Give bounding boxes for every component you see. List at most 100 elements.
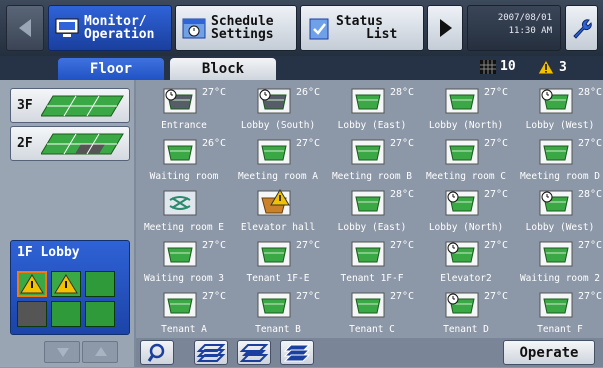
- warning-count: 3: [537, 59, 567, 75]
- tab-floor[interactable]: Floor: [58, 58, 164, 80]
- time-text: 11:30 AM: [508, 26, 552, 36]
- unit-temperature: 27°C: [484, 87, 509, 98]
- unit-name: Lobby (West): [525, 120, 595, 131]
- view-solid-button[interactable]: [280, 340, 314, 365]
- unit-name: Entrance: [161, 120, 207, 131]
- unit-8[interactable]: 27°C Meeting room B: [324, 133, 420, 183]
- block[interactable]: [17, 301, 47, 327]
- unit-name: Waiting room: [149, 171, 219, 182]
- zoom-button[interactable]: [140, 340, 174, 365]
- unit-name: Elevator hall: [240, 222, 316, 233]
- scroll-down-button[interactable]: [44, 341, 80, 363]
- scroll-up-button[interactable]: [82, 341, 118, 363]
- unit-temperature: 27°C: [390, 138, 415, 149]
- unit-temperature: 27°C: [296, 138, 321, 149]
- ac-unit-icon: [162, 239, 198, 269]
- unit-temperature: 27°C: [484, 291, 509, 302]
- unit-6[interactable]: 26°C Waiting room: [136, 133, 232, 183]
- floor-3f[interactable]: 3F: [10, 88, 130, 123]
- unit-temperature: 27°C: [484, 189, 509, 200]
- block[interactable]: [85, 301, 115, 327]
- unit-25[interactable]: 27°C Tenant F: [512, 286, 603, 336]
- block[interactable]: [85, 271, 115, 297]
- unit-13[interactable]: 28°C Lobby (East): [324, 184, 420, 234]
- unit-name: Tenant 1F-E: [246, 273, 310, 284]
- unit-count: 10: [480, 59, 516, 74]
- ac-unit-icon: [350, 86, 386, 116]
- back-button[interactable]: [6, 5, 44, 51]
- unit-9[interactable]: 27°C Meeting room C: [418, 133, 514, 183]
- screen: Monitor/Operation Schedule Settings Statu…: [0, 0, 603, 367]
- block[interactable]: [51, 301, 81, 327]
- tab-block[interactable]: Block: [170, 58, 276, 80]
- unit-16[interactable]: 27°C Waiting room 3: [136, 235, 232, 285]
- unit-14[interactable]: 27°C Lobby (North): [418, 184, 514, 234]
- clock: 2007/08/01 11:30 AM: [467, 5, 561, 51]
- unit-name: Tenant D: [443, 324, 489, 335]
- unit-15[interactable]: 28°C Lobby (West): [512, 184, 603, 234]
- unit-7[interactable]: 27°C Meeting room A: [230, 133, 326, 183]
- unit-temperature: 28°C: [390, 87, 415, 98]
- unit-21[interactable]: 27°C Tenant A: [136, 286, 232, 336]
- unit-20[interactable]: 27°C Waiting room 2: [512, 235, 603, 285]
- operate-button[interactable]: Operate: [503, 340, 595, 365]
- status-label-2: List: [366, 27, 398, 42]
- unit-22[interactable]: 27°C Tenant B: [230, 286, 326, 336]
- calendar-icon: [182, 18, 206, 39]
- monitor-operation-button[interactable]: Monitor/Operation: [48, 5, 172, 51]
- ac-unit-icon: [162, 290, 198, 320]
- unit-temperature: 27°C: [578, 291, 603, 302]
- unit-name: Lobby (East): [337, 120, 407, 131]
- unit-10[interactable]: 27°C Meeting room D: [512, 133, 603, 183]
- unit-12[interactable]: Elevator hall: [230, 184, 326, 234]
- warning-unit-icon: [256, 188, 292, 218]
- unit-temperature: 28°C: [390, 189, 415, 200]
- unit-name: Meeting room D: [519, 171, 601, 182]
- block-warning[interactable]: [51, 271, 81, 297]
- forward-button[interactable]: [427, 5, 463, 51]
- view-partial-button[interactable]: [237, 340, 271, 365]
- ac-unit-icon: [350, 290, 386, 320]
- unit-5[interactable]: 28°C Lobby (West): [512, 82, 603, 132]
- unit-temperature: 27°C: [390, 291, 415, 302]
- unit-name: Waiting room 3: [143, 273, 225, 284]
- ac-unit-icon: [538, 290, 574, 320]
- unit-17[interactable]: 27°C Tenant 1F-E: [230, 235, 326, 285]
- unit-1[interactable]: 27°C Entrance: [136, 82, 232, 132]
- arrow-down-icon: [57, 348, 69, 357]
- block-warning[interactable]: [17, 271, 47, 297]
- unit-temperature: 28°C: [578, 87, 603, 98]
- unit-temperature: 27°C: [484, 240, 509, 251]
- unit-name: Lobby (North): [428, 120, 504, 131]
- floor-2f[interactable]: 2F: [10, 126, 130, 161]
- layers-outline-icon: [196, 344, 226, 362]
- unit-23[interactable]: 27°C Tenant C: [324, 286, 420, 336]
- timer-unit-icon: [256, 86, 292, 116]
- unit-19[interactable]: 27°C Elevator2: [418, 235, 514, 285]
- schedule-settings-button[interactable]: Schedule Settings: [175, 5, 297, 51]
- unit-18[interactable]: 27°C Tenant 1F-F: [324, 235, 420, 285]
- timer-unit-icon: [538, 86, 574, 116]
- maintenance-button[interactable]: [565, 5, 598, 51]
- unit-temperature: 27°C: [296, 291, 321, 302]
- unit-4[interactable]: 27°C Lobby (North): [418, 82, 514, 132]
- view-wire-button[interactable]: [194, 340, 228, 365]
- status-list-button[interactable]: Status List: [300, 5, 424, 51]
- floor-1f-label: 1F Lobby: [17, 245, 80, 260]
- unit-2[interactable]: 26°C Lobby (South): [230, 82, 326, 132]
- warning-icon: [20, 274, 44, 294]
- date-text: 2007/08/01: [497, 13, 552, 23]
- floor-1f-lobby[interactable]: 1F Lobby: [10, 240, 130, 335]
- unit-grid: 27°C Entrance 26°C Lobby (South) 28°C Lobby (…: [136, 80, 603, 338]
- unit-3[interactable]: 28°C Lobby (East): [324, 82, 420, 132]
- unit-24[interactable]: 27°C Tenant D: [418, 286, 514, 336]
- grid-icon: [480, 59, 496, 74]
- ac-unit-icon: [350, 239, 386, 269]
- warning-icon: [54, 274, 78, 294]
- magnifier-icon: [147, 343, 165, 362]
- floor-2f-label: 2F: [17, 136, 33, 151]
- unit-name: Tenant A: [161, 324, 207, 335]
- monitor-label-2: Operation: [84, 27, 155, 42]
- timer-unit-icon: [444, 188, 480, 218]
- unit-11[interactable]: Meeting room E: [136, 184, 232, 234]
